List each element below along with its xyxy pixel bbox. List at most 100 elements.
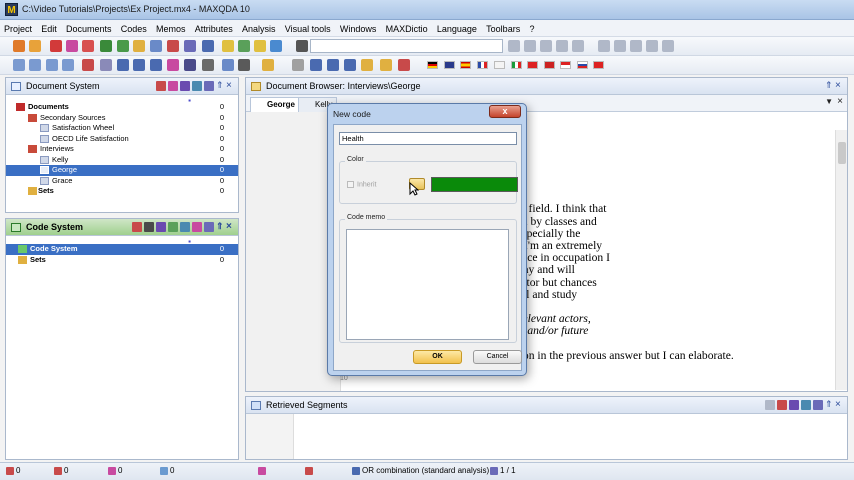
tool-icon[interactable] <box>82 40 94 52</box>
tree-item-sets[interactable]: Sets 0 <box>6 186 238 197</box>
tool-o-icon[interactable] <box>361 59 373 71</box>
document-scrollbar[interactable] <box>835 130 847 390</box>
menu-help[interactable]: ? <box>525 20 537 35</box>
tb-action7-icon[interactable] <box>614 40 626 52</box>
menu-language[interactable]: Language <box>433 20 480 35</box>
window-browser-icon[interactable] <box>254 40 266 52</box>
flag-polish-icon[interactable] <box>560 61 571 69</box>
cs-new-code-icon[interactable] <box>168 222 178 232</box>
cs-open-icon[interactable] <box>180 222 190 232</box>
menu-visual-tools[interactable]: Visual tools <box>281 20 334 35</box>
search-icon[interactable] <box>202 40 214 52</box>
rs-close-icon[interactable]: × <box>835 400 843 410</box>
tool-g-icon[interactable] <box>184 59 196 71</box>
rs-search-icon[interactable] <box>813 400 823 410</box>
cs-memo-icon[interactable] <box>156 222 166 232</box>
ok-button[interactable]: OK <box>413 350 462 364</box>
flag-japanese-icon[interactable] <box>494 61 505 69</box>
ds-close-icon[interactable]: × <box>226 81 234 91</box>
tree-item-kelly[interactable]: Kelly 0 <box>6 155 238 166</box>
tree-item-oecd-life-satisfaction[interactable]: OECD Life Satisfaction 0 <box>6 134 238 145</box>
tool-c-icon[interactable] <box>117 59 129 71</box>
tb-action4-icon[interactable] <box>556 40 568 52</box>
link-icon[interactable] <box>100 40 112 52</box>
db-close-icon[interactable]: × <box>835 81 843 91</box>
rs-open-icon[interactable] <box>801 400 811 410</box>
quick-code-field[interactable] <box>310 39 503 53</box>
menu-analysis[interactable]: Analysis <box>238 20 279 35</box>
flag-french-icon[interactable] <box>477 61 488 69</box>
tool-q-icon[interactable] <box>398 59 410 71</box>
flag-chinese-icon[interactable] <box>527 61 538 69</box>
flag-italian-icon[interactable] <box>511 61 522 69</box>
db-pin-icon[interactable]: ⇑ <box>825 81 833 91</box>
tool-d-icon[interactable] <box>133 59 145 71</box>
menu-toolbars[interactable]: Toolbars <box>482 20 523 35</box>
menu-project[interactable]: Project <box>0 20 35 35</box>
move-up-icon[interactable] <box>13 59 25 71</box>
table-icon[interactable] <box>150 40 162 52</box>
cs-activate-icon[interactable] <box>132 222 142 232</box>
code-name-input[interactable]: Health <box>339 132 517 145</box>
code-icon[interactable] <box>66 40 78 52</box>
sum-icon[interactable] <box>310 59 322 71</box>
cs-color-icon[interactable] <box>192 222 202 232</box>
rs-pin-icon[interactable]: ⇑ <box>825 400 833 410</box>
tool-j-icon[interactable] <box>238 59 250 71</box>
tree-item-interviews[interactable]: Interviews 0 <box>6 144 238 155</box>
window-doc-icon[interactable] <box>222 40 234 52</box>
tb-action9-icon[interactable] <box>646 40 658 52</box>
cs-link-icon[interactable] <box>144 222 154 232</box>
tb-action8-icon[interactable] <box>630 40 642 52</box>
tree-item-george[interactable]: George 0 <box>6 165 238 176</box>
tb-action5-icon[interactable] <box>572 40 584 52</box>
tree-item-code-sets[interactable]: Sets 0 <box>6 255 238 266</box>
flag-russian-icon[interactable] <box>577 61 588 69</box>
tab-george[interactable]: George <box>250 97 301 112</box>
memo-icon[interactable] <box>133 40 145 52</box>
tree-item-secondary-sources[interactable]: Secondary Sources 0 <box>6 113 238 124</box>
tool-k-icon[interactable] <box>262 59 274 71</box>
tool-h-icon[interactable] <box>202 59 214 71</box>
menu-maxdictio[interactable]: MAXDictio <box>382 20 431 35</box>
rs-delete-icon[interactable] <box>777 400 787 410</box>
ds-memo-icon[interactable] <box>180 81 190 91</box>
tool-b-icon[interactable] <box>100 59 112 71</box>
tb-action6-icon[interactable] <box>598 40 610 52</box>
ds-activate-icon[interactable] <box>156 81 166 91</box>
tool-a-icon[interactable] <box>82 59 94 71</box>
ds-open-icon[interactable] <box>192 81 202 91</box>
tool-i-icon[interactable] <box>222 59 234 71</box>
move-right-icon[interactable] <box>62 59 74 71</box>
tree-item-grace[interactable]: Grace 0 <box>6 176 238 187</box>
tree-item-satisfaction-wheel[interactable]: Satisfaction Wheel 0 <box>6 123 238 134</box>
cs-search-icon[interactable] <box>204 222 214 232</box>
cs-close-icon[interactable]: × <box>226 222 234 232</box>
ds-link-icon[interactable] <box>168 81 178 91</box>
cs-pin-icon[interactable]: ⇑ <box>216 222 224 232</box>
flag-german-icon[interactable] <box>427 61 438 69</box>
tb-action1-icon[interactable] <box>508 40 520 52</box>
menu-edit[interactable]: Edit <box>37 20 60 35</box>
rs-memo-icon[interactable] <box>789 400 799 410</box>
tool-p-icon[interactable] <box>380 59 392 71</box>
tree-item-documents[interactable]: Documents 0 <box>6 102 238 113</box>
tb-action3-icon[interactable] <box>540 40 552 52</box>
move-down-icon[interactable] <box>29 59 41 71</box>
flag-portuguese-icon[interactable] <box>544 61 555 69</box>
retrieve-icon[interactable] <box>184 40 196 52</box>
menu-memos[interactable]: Memos <box>152 20 189 35</box>
ds-search-icon[interactable] <box>204 81 214 91</box>
tabs-close-icon[interactable]: × <box>837 96 843 107</box>
tb-action2-icon[interactable] <box>524 40 536 52</box>
tree-item-code-system[interactable]: Code System 0 <box>6 244 238 255</box>
menu-attributes[interactable]: Attributes <box>191 20 236 35</box>
menu-windows[interactable]: Windows <box>336 20 380 35</box>
move-left-icon[interactable] <box>46 59 58 71</box>
open-project-icon[interactable] <box>29 40 41 52</box>
window-codes-icon[interactable] <box>238 40 250 52</box>
window-retrieve-icon[interactable] <box>270 40 282 52</box>
tb-action10-icon[interactable] <box>662 40 674 52</box>
delete-icon[interactable] <box>50 40 62 52</box>
scrollbar-thumb[interactable] <box>838 142 846 164</box>
